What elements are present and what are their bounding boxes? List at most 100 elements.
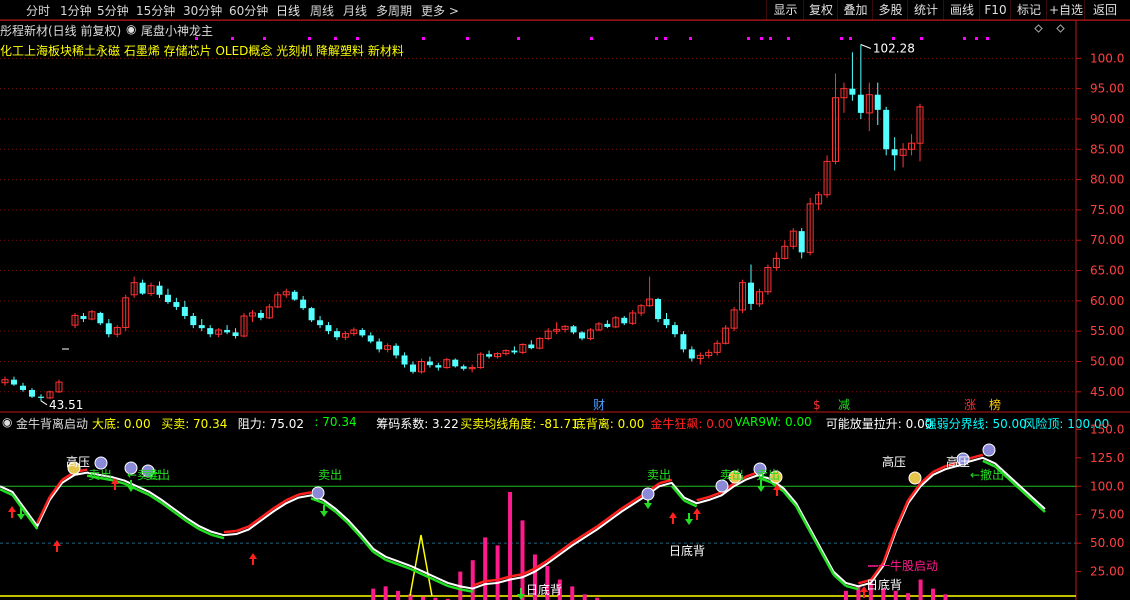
event-dot xyxy=(689,37,692,40)
event-dot xyxy=(655,37,658,40)
histogram-bar xyxy=(570,586,575,600)
event-dot xyxy=(356,37,359,40)
ind-tick-label: 125.0 xyxy=(1090,451,1124,465)
candle-body-down xyxy=(849,88,856,95)
event-dot xyxy=(892,37,895,40)
event-dot xyxy=(422,37,425,40)
candle-body-down xyxy=(164,294,171,303)
buy-arrow-up xyxy=(669,512,677,524)
yellow-spike xyxy=(409,534,433,597)
event-dot xyxy=(231,37,234,40)
label-maichu: 卖出 xyxy=(318,468,342,482)
event-dot xyxy=(986,37,989,40)
candle-body-down xyxy=(29,389,35,397)
price-tick-label: 50.00 xyxy=(1090,354,1124,368)
label-ridibei: 日底背 xyxy=(866,577,902,592)
candle-body-down xyxy=(173,302,180,307)
price-tick-label: 65.00 xyxy=(1090,264,1124,278)
ind-color-line xyxy=(359,536,375,553)
candle-body-down xyxy=(748,282,754,304)
histogram-bar xyxy=(396,590,401,600)
candle-body-down xyxy=(570,326,577,333)
diamond-marker xyxy=(1034,24,1043,33)
event-dot xyxy=(787,37,790,40)
event-dot xyxy=(840,37,843,40)
event-marker-dollar: $ xyxy=(813,398,821,412)
event-dot xyxy=(308,37,311,40)
label-gaoya: 高压 xyxy=(66,454,90,469)
candle-body-down xyxy=(410,364,416,372)
candle-body-down xyxy=(663,319,670,326)
price-axis: 100.0 95.00 90.00 85.00 80.00 75.00 70.00 65.00… xyxy=(1076,51,1124,399)
high-pointer xyxy=(860,44,872,49)
candle-body-down xyxy=(300,299,307,309)
histogram-bar xyxy=(582,594,587,600)
price-tick-label: 90.00 xyxy=(1090,112,1124,126)
candle-body-down xyxy=(401,355,408,365)
label-ridibei: 日底背 xyxy=(526,582,562,597)
candle-body-down xyxy=(435,365,442,368)
candle-body-down xyxy=(308,308,315,321)
candle-body-down xyxy=(325,325,332,332)
kline-chart[interactable]: 100.0 95.00 90.00 85.00 80.00 75.00 70.00 65.00… xyxy=(0,0,1130,600)
candle-body-down xyxy=(857,94,864,113)
candle-body-down xyxy=(426,361,433,366)
ind-color-line xyxy=(894,499,910,530)
ind-color-line xyxy=(819,551,835,576)
buy-arrow-up xyxy=(693,508,701,520)
candle-body-down xyxy=(393,345,400,356)
label-maichu: 卖出 xyxy=(88,468,112,482)
label-jinchu: ←撤出 xyxy=(970,467,1004,482)
histogram-bar xyxy=(495,545,500,600)
ind-tick-label: 100.0 xyxy=(1090,479,1124,493)
event-dot xyxy=(195,37,198,40)
face-icon xyxy=(311,486,325,500)
indicator-panel: 150.0125.0100.075.0050.0025.00高压 高压 高压卖出 卖出… xyxy=(0,422,1124,600)
candle-body-down xyxy=(460,366,467,369)
histogram-bar xyxy=(383,586,388,600)
candle-body-down xyxy=(883,109,890,150)
candle-body-down xyxy=(257,312,264,318)
label-ridibei: 日底背 xyxy=(669,543,705,558)
candle-body-down xyxy=(511,350,518,353)
price-tick-label: 85.00 xyxy=(1090,142,1124,156)
histogram-bar xyxy=(906,593,911,600)
candle-body-down xyxy=(367,335,374,342)
price-tick-label: 80.00 xyxy=(1090,173,1124,187)
event-dot xyxy=(920,37,923,40)
histogram-bar xyxy=(508,491,513,600)
buy-arrow-up xyxy=(8,506,16,518)
event-marker-cai: 财 xyxy=(593,398,605,412)
ind-color-line xyxy=(298,491,312,496)
candle-body-down xyxy=(198,325,205,329)
candle-body-down xyxy=(190,316,197,326)
candle-body-down xyxy=(80,316,87,320)
candle-body-down xyxy=(528,344,535,349)
label-gaoya: 高压 xyxy=(882,454,906,469)
money-bag-icon xyxy=(908,471,922,485)
event-dot xyxy=(769,37,772,40)
event-dot xyxy=(975,37,978,40)
event-dot xyxy=(517,37,520,40)
candle-body-down xyxy=(105,323,112,335)
price-tick-label: 70.00 xyxy=(1090,233,1124,247)
low-price-label: 43.51 xyxy=(49,398,83,412)
price-tick-label: 75.00 xyxy=(1090,203,1124,217)
event-dot xyxy=(664,37,667,40)
histogram-bar xyxy=(371,588,376,600)
face-icon xyxy=(982,443,996,457)
candle-body-down xyxy=(680,334,687,350)
candle-body-down xyxy=(291,291,298,300)
event-dot xyxy=(466,37,469,40)
candle-body-down xyxy=(207,328,214,335)
price-tick-label: 45.00 xyxy=(1090,385,1124,399)
sell-arrow-down xyxy=(685,513,693,525)
candle-body-down xyxy=(181,306,188,317)
ind-color-line xyxy=(807,528,823,553)
price-tick-label: 60.00 xyxy=(1090,294,1124,308)
candle-body-down xyxy=(20,385,26,390)
event-dot xyxy=(334,37,337,40)
buy-arrow-up xyxy=(249,553,257,565)
candle-body-down xyxy=(688,349,695,359)
candle-body-down xyxy=(317,320,324,326)
